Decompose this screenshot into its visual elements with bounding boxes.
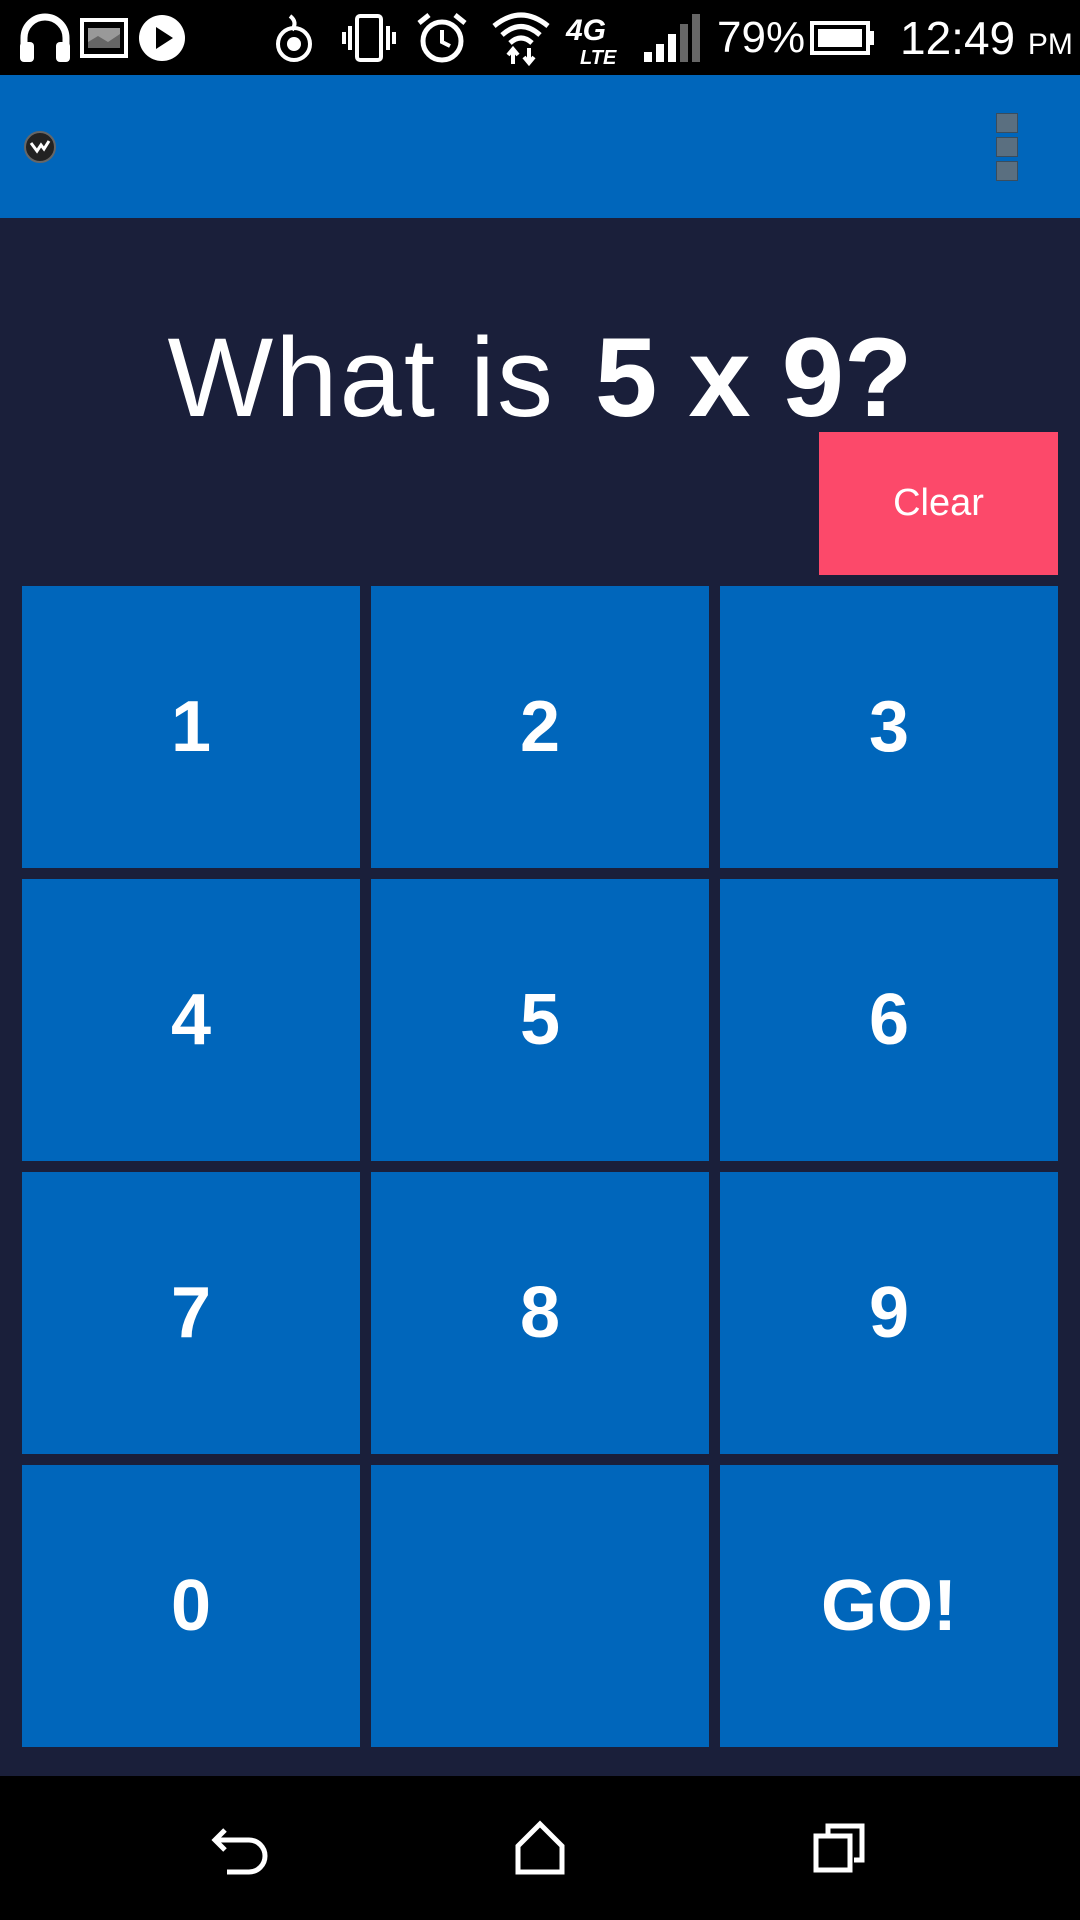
question-expression: 5 x 9?: [594, 315, 913, 440]
app-logo-icon: [24, 131, 56, 163]
status-bar: 4G LTE 79% 12:49 PM: [0, 0, 1080, 75]
flame-icon: [272, 10, 316, 66]
alarm-icon: [415, 10, 469, 66]
key-blank[interactable]: [371, 1465, 709, 1747]
key-7[interactable]: 7: [22, 1172, 360, 1454]
key-8[interactable]: 8: [371, 1172, 709, 1454]
headphones-icon: [18, 10, 72, 66]
key-4[interactable]: 4: [22, 879, 360, 1161]
gallery-icon: [80, 10, 128, 66]
wifi-icon: [490, 10, 552, 66]
quiz-content: What is 5 x 9? Clear 1 2 3 4 5 6 7 8 9 0 …: [0, 218, 1080, 1776]
play-icon: [137, 10, 187, 66]
app-bar: [0, 75, 1080, 218]
battery-icon: [808, 10, 876, 66]
key-0[interactable]: 0: [22, 1465, 360, 1747]
key-6[interactable]: 6: [720, 879, 1058, 1161]
go-button[interactable]: GO!: [720, 1465, 1058, 1747]
recents-icon[interactable]: [804, 1812, 876, 1884]
question-text: What is 5 x 9?: [0, 308, 1080, 448]
lte-icon: 4G LTE: [564, 10, 626, 66]
menu-dot: [996, 137, 1018, 157]
back-icon[interactable]: [205, 1812, 277, 1884]
key-3[interactable]: 3: [720, 586, 1058, 868]
clock-ampm: PM: [1027, 28, 1073, 61]
system-nav-bar: [0, 1776, 1080, 1920]
clear-button[interactable]: Clear: [819, 432, 1058, 575]
svg-text:4G: 4G: [565, 14, 606, 47]
status-clock: 12:49 PM: [900, 12, 1073, 71]
vibrate-icon: [340, 10, 398, 66]
key-2[interactable]: 2: [371, 586, 709, 868]
number-keypad: 1 2 3 4 5 6 7 8 9 0 GO!: [22, 586, 1058, 1747]
key-9[interactable]: 9: [720, 1172, 1058, 1454]
question-prefix: What is: [167, 315, 555, 440]
svg-text:LTE: LTE: [580, 47, 617, 66]
battery-percent: 79%: [717, 13, 806, 62]
key-5[interactable]: 5: [371, 879, 709, 1161]
signal-icon: [640, 10, 702, 66]
menu-dot: [996, 161, 1018, 181]
clock-time: 12:49: [900, 12, 1016, 64]
menu-dot: [996, 113, 1018, 133]
home-icon[interactable]: [504, 1812, 576, 1884]
key-1[interactable]: 1: [22, 586, 360, 868]
overflow-menu-icon[interactable]: [996, 113, 1020, 181]
